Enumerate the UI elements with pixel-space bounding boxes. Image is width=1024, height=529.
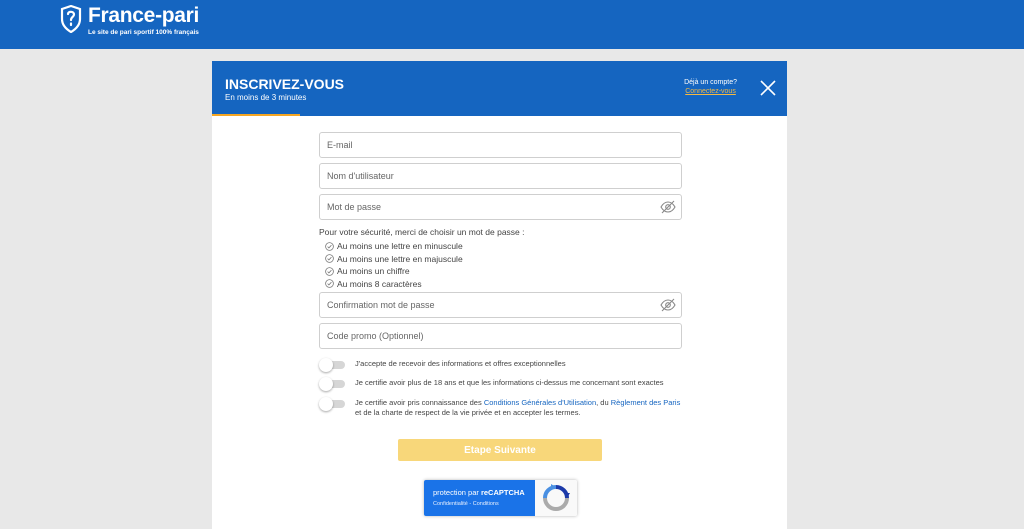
check-circle-icon <box>325 279 334 289</box>
check-circle-icon <box>325 266 334 276</box>
brand-name: France-pari <box>88 4 200 27</box>
age-consent-row: Je certifie avoir plus de 18 ans et que … <box>319 377 664 391</box>
recaptcha-links[interactable]: Confidentialité - Conditions <box>433 501 499 507</box>
password-input[interactable] <box>320 195 647 219</box>
terms-text: et de la charte de respect de la vie pri… <box>355 408 581 417</box>
active-step-indicator <box>212 114 300 116</box>
signup-modal: INSCRIVEZ-VOUS En moins de 3 minutes Déj… <box>212 61 787 529</box>
offers-consent-label: J'accepte de recevoir des informations e… <box>355 359 566 368</box>
recaptcha-info: protection par reCAPTCHA Confidentialité… <box>424 480 535 516</box>
confirm-password-field <box>319 292 682 318</box>
cgu-link[interactable]: Conditions Générales d'Utilisation <box>484 398 596 407</box>
age-consent-label: Je certifie avoir plus de 18 ans et que … <box>355 378 664 387</box>
password-rule: Au moins un chiffre <box>319 265 525 278</box>
top-bar: France-pari Le site de pari sportif 100%… <box>0 0 1024 49</box>
brand-tagline: Le site de pari sportif 100% français <box>88 29 199 36</box>
terms-consent-label: Je certifie avoir pris connaissance des … <box>355 397 683 418</box>
recaptcha-brand: reCAPTCHA <box>480 488 525 497</box>
check-circle-icon <box>325 254 334 264</box>
recaptcha-badge[interactable]: protection par reCAPTCHA Confidentialité… <box>424 480 577 516</box>
rules-link[interactable]: Règlement des Paris <box>611 398 681 407</box>
email-field <box>319 132 682 158</box>
promo-code-field <box>319 323 682 349</box>
promo-code-input[interactable] <box>320 324 647 348</box>
eye-hidden-icon[interactable] <box>660 199 676 215</box>
password-rule: Au moins une lettre en majuscule <box>319 253 525 266</box>
eye-hidden-icon[interactable] <box>660 297 676 313</box>
password-rule: Au moins une lettre en minuscule <box>319 240 525 253</box>
modal-header: INSCRIVEZ-VOUS En moins de 3 minutes Déj… <box>212 61 787 116</box>
login-link[interactable]: Connectez-vous <box>684 88 737 95</box>
offers-consent-row: J'accepte de recevoir des informations e… <box>319 358 566 372</box>
recaptcha-title-prefix: protection par <box>433 488 481 497</box>
confirm-password-input[interactable] <box>320 293 647 317</box>
username-input[interactable] <box>320 164 647 188</box>
password-rule-label: Au moins une lettre en minuscule <box>337 241 463 252</box>
password-rule-label: Au moins une lettre en majuscule <box>337 253 463 264</box>
password-rules-intro: Pour votre sécurité, merci de choisir un… <box>319 227 525 237</box>
age-consent-toggle[interactable] <box>319 377 345 391</box>
recaptcha-title: protection par reCAPTCHA <box>433 488 525 497</box>
next-step-button[interactable]: Etape Suivante <box>398 439 602 461</box>
terms-text: , du <box>596 398 611 407</box>
shield-logo-icon <box>60 5 82 33</box>
modal-title: INSCRIVEZ-VOUS <box>225 76 345 92</box>
password-rule-label: Au moins 8 caractères <box>337 278 422 289</box>
password-rule: Au moins 8 caractères <box>319 278 525 291</box>
logo[interactable]: France-pari Le site de pari sportif 100%… <box>60 4 199 36</box>
terms-text: Je certifie avoir pris connaissance des <box>355 398 484 407</box>
check-circle-icon <box>325 241 334 251</box>
username-field <box>319 163 682 189</box>
recaptcha-logo-area <box>535 480 577 516</box>
already-account-text: Déjà un compte? <box>684 79 737 86</box>
password-field <box>319 194 682 220</box>
modal-subtitle: En moins de 3 minutes <box>225 93 307 102</box>
password-rule-label: Au moins un chiffre <box>337 266 410 277</box>
terms-consent-toggle[interactable] <box>319 397 345 411</box>
terms-consent-row: Je certifie avoir pris connaissance des … <box>319 397 683 418</box>
email-input[interactable] <box>320 133 647 157</box>
recaptcha-logo-icon <box>543 484 570 511</box>
password-rules: Pour votre sécurité, merci de choisir un… <box>319 227 525 290</box>
offers-consent-toggle[interactable] <box>319 358 345 372</box>
login-prompt: Déjà un compte? Connectez-vous <box>684 79 737 95</box>
close-icon[interactable] <box>759 79 777 97</box>
